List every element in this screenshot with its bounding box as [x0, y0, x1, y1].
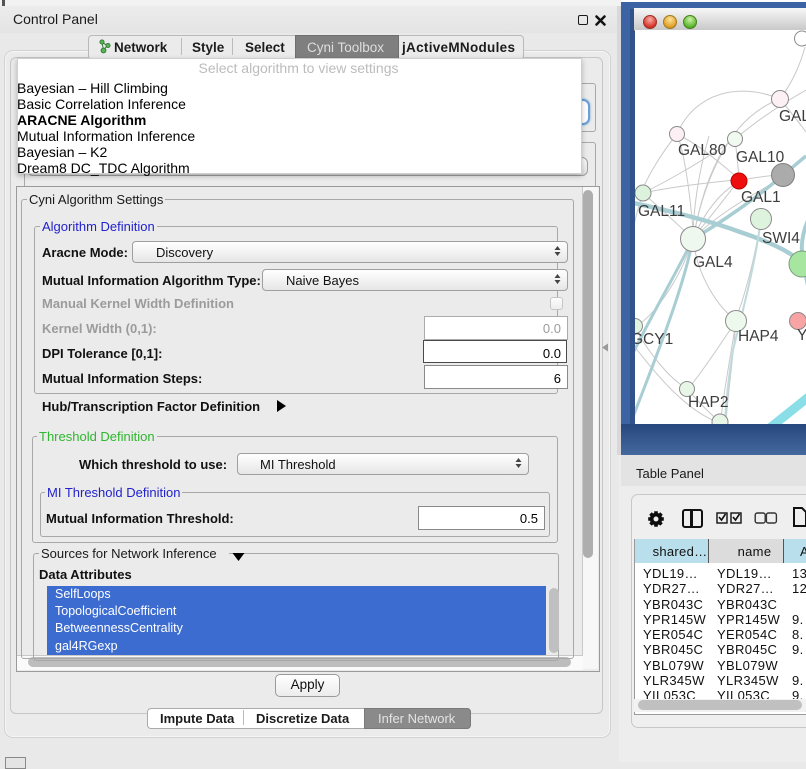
svg-text:GAL80: GAL80	[678, 142, 727, 159]
svg-text:GAL1: GAL1	[741, 189, 781, 206]
svg-text:GCY1: GCY1	[635, 331, 673, 348]
svg-text:SWI4: SWI4	[762, 230, 800, 247]
svg-text:HAP2: HAP2	[688, 394, 729, 411]
svg-text:GAL11: GAL11	[638, 203, 685, 220]
svg-text:GAL10: GAL10	[736, 149, 785, 166]
svg-text:HAP4: HAP4	[738, 328, 779, 345]
svg-text:GAL4: GAL4	[693, 254, 733, 271]
svg-text:Y: Y	[797, 327, 806, 344]
svg-text:GAL: GAL	[779, 108, 806, 125]
